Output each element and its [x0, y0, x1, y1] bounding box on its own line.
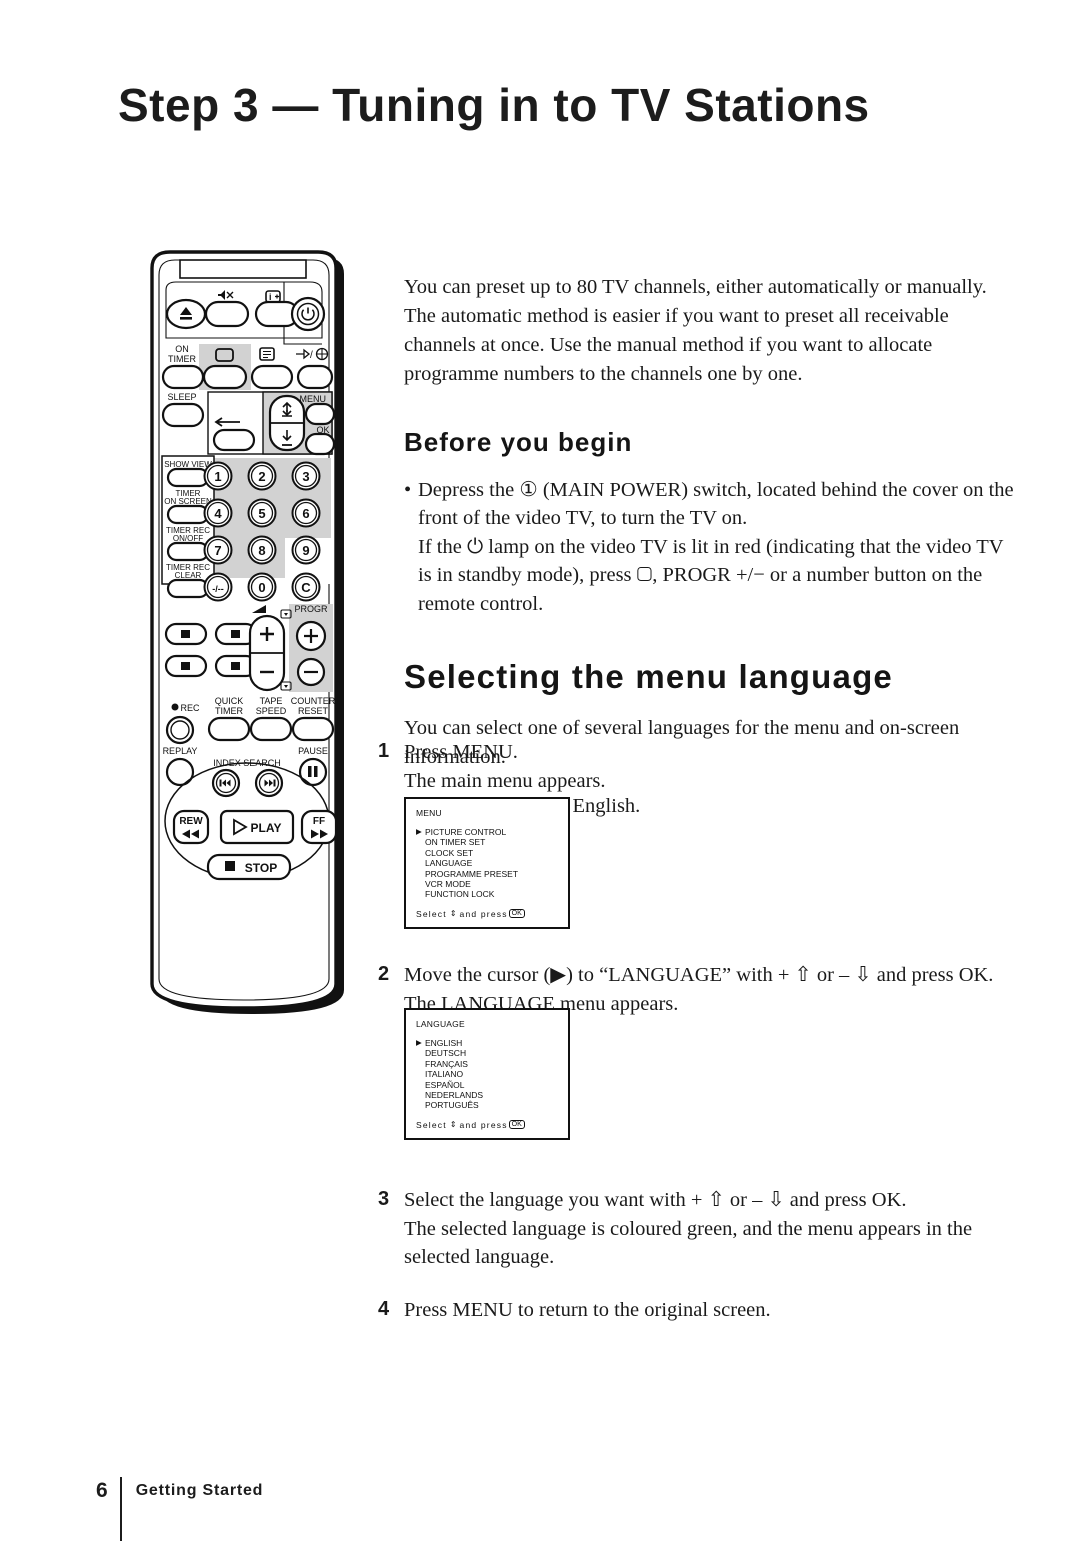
- osd-menu-item: FUNCTION LOCK: [425, 889, 495, 900]
- step-4: 4 Press MENU to return to the original s…: [378, 1296, 1018, 1325]
- label-sleep: SLEEP: [167, 392, 196, 402]
- label-play: PLAY: [251, 821, 282, 835]
- key-1: 1: [214, 469, 221, 484]
- bullet-line-2: If the ⏻ lamp on the video TV is lit in …: [418, 535, 1004, 615]
- heading-before-you-begin: Before you begin: [404, 426, 633, 457]
- remote-control-illustration: .ln { fill:none; stroke:#111; stroke-wid…: [130, 248, 380, 1028]
- osd-language-item: PORTUGUÊS: [425, 1100, 479, 1111]
- osd-menu-screenshot: MENU PICTURE CONTROL ON TIMER SET CLOCK …: [404, 797, 570, 929]
- label-counter: COUNTER: [291, 696, 336, 706]
- up-down-arrow-icon: ⇕: [449, 1120, 457, 1130]
- key-8: 8: [258, 543, 265, 558]
- osd-language-item: ESPAÑOL: [425, 1079, 465, 1090]
- osd-menu-title: MENU: [416, 808, 442, 818]
- label-timer-rec-onoff-2: ON/OFF: [173, 534, 203, 543]
- heading-selecting-menu-language: Selecting the menu language: [404, 658, 893, 695]
- step-1-line-1: Press MENU.: [404, 741, 518, 763]
- osd-language-item: NEDERLANDS: [425, 1090, 484, 1101]
- label-on: ON: [175, 344, 189, 354]
- bullet-item: • Depress the ① (MAIN POWER) switch, loc…: [404, 476, 1014, 619]
- key-0: 0: [258, 580, 265, 595]
- key-5: 5: [258, 506, 265, 521]
- label-stop: STOP: [245, 861, 277, 875]
- label-input-select: /: [310, 350, 313, 361]
- label-timer-rec-clear-2: CLEAR: [175, 571, 202, 580]
- osd-language-item: ENGLISH: [416, 1038, 558, 1049]
- osd-menu-item: CLOCK SET: [425, 847, 474, 858]
- key-3: 3: [302, 469, 309, 484]
- label-rec: REC: [180, 703, 200, 713]
- key-7: 7: [214, 543, 221, 558]
- footer-page-number: 6: [96, 1479, 108, 1502]
- intro-paragraph: You can preset up to 80 TV channels, eit…: [404, 275, 987, 385]
- osd-menu-footer-prefix: Select: [416, 908, 447, 919]
- osd-ok-badge: OK: [508, 909, 525, 919]
- osd-menu-item: PROGRAMME PRESET: [425, 868, 519, 879]
- label-timer: TIMER: [168, 354, 196, 364]
- osd-menu-footer: Select ⇕ and press OK: [416, 909, 558, 919]
- key-c: C: [301, 580, 311, 595]
- before-you-begin-bullets: • Depress the ① (MAIN POWER) switch, loc…: [404, 476, 1014, 619]
- key-minus: -/--: [212, 584, 224, 594]
- label-pause: PAUSE: [298, 746, 328, 756]
- osd-language-footer-prefix: Select: [416, 1119, 447, 1130]
- key-6: 6: [302, 506, 309, 521]
- step-3: 3 Select the language you want with + ⇧ …: [378, 1186, 1018, 1272]
- label-tape: TAPE: [260, 696, 283, 706]
- osd-menu-item: VCR MODE: [425, 879, 471, 890]
- key-2: 2: [258, 469, 265, 484]
- footer-divider: [119, 1477, 122, 1541]
- label-counter-reset: RESET: [298, 706, 329, 716]
- osd-menu-list: PICTURE CONTROL ON TIMER SET CLOCK SET L…: [416, 827, 558, 900]
- osd-menu-item: PICTURE CONTROL: [416, 827, 558, 838]
- osd-language-list: ENGLISH DEUTSCH FRANÇAIS ITALIANO ESPAÑO…: [416, 1038, 558, 1111]
- osd-language-item: FRANÇAIS: [425, 1058, 468, 1069]
- step-1-line-2: The main menu appears.: [404, 769, 606, 792]
- page-title: Step 3 — Tuning in to TV Stations: [118, 79, 870, 131]
- step-4-number: 4: [378, 1297, 390, 1320]
- footer-section-name: Getting Started: [135, 1482, 264, 1499]
- label-show-view: SHOW VIEW: [164, 460, 212, 469]
- label-quick: QUICK: [215, 696, 244, 706]
- osd-menu-footer-middle: and press: [459, 908, 508, 919]
- osd-menu-item: LANGUAGE: [425, 858, 473, 869]
- svg-text:i: i: [269, 292, 272, 302]
- osd-language-item: DEUTSCH: [425, 1048, 467, 1059]
- step-4-line-1: Press MENU to return to the original scr…: [404, 1298, 771, 1321]
- step-3-line-1: Select the language you want with + ⇧ or…: [404, 1189, 907, 1211]
- key-4: 4: [214, 506, 222, 521]
- osd-menu-item: ON TIMER SET: [425, 837, 486, 848]
- label-replay: REPLAY: [163, 746, 198, 756]
- label-menu: MENU: [300, 394, 327, 404]
- label-rew: REW: [179, 816, 203, 827]
- step-1-number: 1: [378, 740, 390, 762]
- page-footer: 6 Getting Started: [96, 1459, 264, 1541]
- label-timer-onscreen-2: ON SCREEN: [164, 497, 212, 506]
- label-quick-timer: TIMER: [215, 706, 243, 716]
- step-2-line-1: Move the cursor (▶) to “LANGUAGE” with +…: [404, 964, 994, 986]
- bullet-line-1: Depress the ① (MAIN POWER) switch, locat…: [418, 478, 1014, 530]
- step-1: 1 Press MENU. The main menu appears.: [378, 738, 1018, 795]
- bullet-marker: •: [404, 478, 412, 501]
- osd-language-footer-middle: and press: [459, 1119, 508, 1130]
- label-ff: FF: [313, 816, 325, 827]
- label-tape-speed: SPEED: [256, 706, 287, 716]
- label-progr: PROGR: [294, 604, 328, 614]
- step-2-number: 2: [378, 963, 390, 985]
- osd-ok-badge: OK: [508, 1120, 525, 1130]
- osd-language-title: LANGUAGE: [416, 1019, 465, 1029]
- osd-language-screenshot: LANGUAGE ENGLISH DEUTSCH FRANÇAIS ITALIA…: [404, 1008, 570, 1140]
- label-index-search: INDEX SEARCH: [213, 758, 281, 768]
- step-3-number: 3: [378, 1188, 390, 1210]
- osd-language-item: ITALIANO: [425, 1069, 464, 1080]
- step-3-line-2: The selected language is coloured green,…: [404, 1217, 973, 1269]
- osd-language-footer: Select ⇕ and press OK: [416, 1120, 558, 1130]
- key-9: 9: [302, 543, 309, 558]
- up-down-arrow-icon: ⇕: [449, 909, 457, 919]
